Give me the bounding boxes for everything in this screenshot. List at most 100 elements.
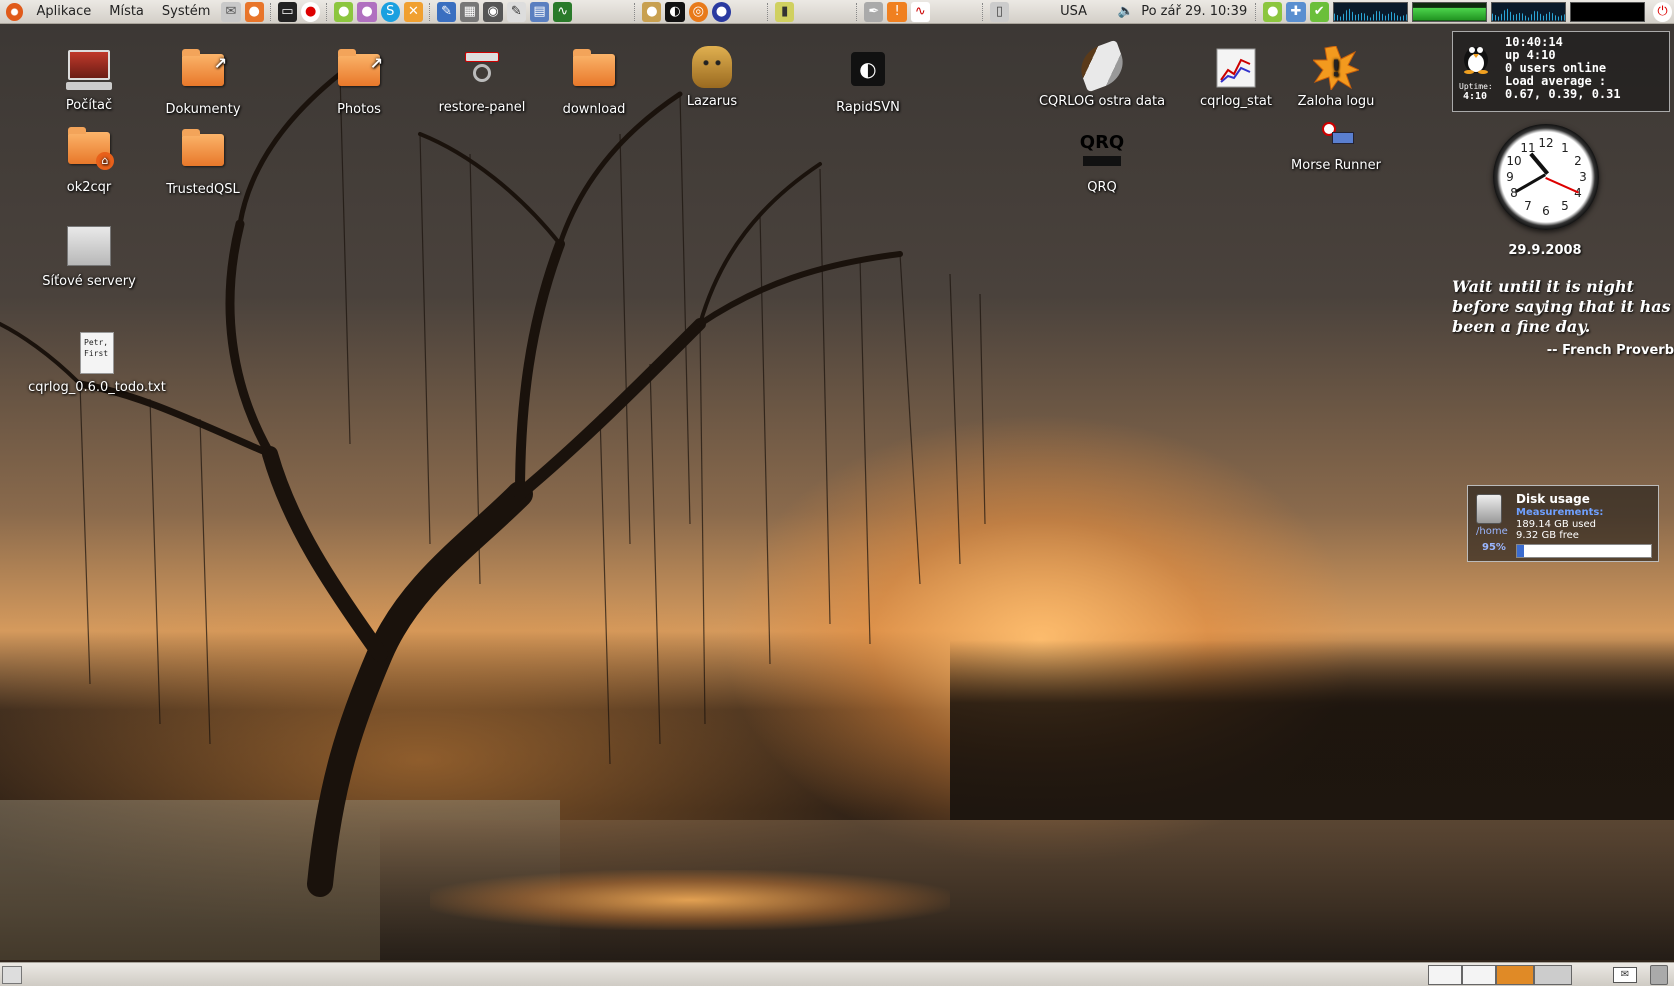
top-panel: Aplikace Místa Systém ✉ ● ▭ ● ● ● S ✕ ✎ … (0, 0, 1674, 24)
desktop-icon-trustedqsl[interactable]: TrustedQSL (138, 128, 268, 197)
gajim-launcher-icon[interactable]: ● (334, 1, 354, 22)
text-file-preview-line: Petr, (84, 338, 109, 347)
cpu-graph (1332, 1, 1408, 22)
panel-separator (856, 2, 858, 21)
tray-network-icon[interactable]: ✚ (1286, 1, 1306, 22)
desktop-icon-network-servers[interactable]: Síťové servery (24, 226, 154, 289)
desktop-icon-label: TrustedQSL (166, 182, 240, 197)
volume-icon[interactable]: 🔈 (1116, 2, 1135, 22)
ekiga-launcher-icon[interactable]: ✕ (403, 1, 424, 22)
panel-separator (1255, 2, 1257, 21)
qrq-icon: QRQ (1078, 132, 1126, 176)
tray-update-icon[interactable]: ✔ (1309, 1, 1329, 22)
clock-number: 7 (1524, 199, 1532, 213)
menu-applications[interactable]: Aplikace (27, 0, 100, 24)
firefox-launcher-icon[interactable]: ● (244, 1, 264, 22)
mail-notification-icon[interactable]: ✉ (1613, 967, 1637, 983)
mail-launcher-icon[interactable]: ✉ (221, 1, 241, 22)
panel-separator (269, 2, 272, 21)
pidgin-launcher-icon[interactable]: ● (357, 1, 377, 22)
zaloha-launcher-icon[interactable]: ! (887, 1, 907, 22)
desktop-icon-lazarus[interactable]: Lazarus (647, 46, 777, 109)
clock-number: 2 (1574, 154, 1582, 168)
show-desktop-button[interactable] (2, 966, 22, 984)
quote-author: -- French Proverb (1546, 343, 1674, 358)
exclamation-burst-icon: ! (1311, 45, 1361, 92)
disk-used: 189.14 GB used (1516, 519, 1597, 530)
disk-free: 9.32 GB free (1516, 530, 1579, 541)
chart-icon (1212, 46, 1260, 90)
panel-clock[interactable]: Po zář 29. 10:39 (1137, 0, 1251, 24)
terminal-launcher-icon[interactable]: ▭ (277, 1, 297, 22)
panel-separator (981, 2, 984, 21)
blender-launcher-icon[interactable]: ◎ (688, 1, 708, 22)
tray-app-icon[interactable]: ● (1263, 1, 1283, 22)
globe-launcher-icon[interactable]: ● (711, 1, 732, 22)
desktop-icon-label: Počítač (65, 98, 113, 113)
opera-launcher-icon[interactable]: ● (301, 1, 321, 22)
network-graph (1490, 1, 1566, 22)
keyboard-layout[interactable]: USA (1051, 0, 1096, 24)
workspace-2[interactable] (1462, 965, 1496, 985)
clock-number: 9 (1506, 170, 1514, 184)
battery-launcher-icon[interactable]: ▮ (775, 1, 795, 22)
calculator-launcher-icon[interactable]: ▦ (460, 1, 480, 22)
lazarus-launcher-icon[interactable]: ● (642, 1, 662, 22)
cqrlog-stat-launcher-icon[interactable]: ∿ (910, 1, 930, 22)
hardware-tray-icon[interactable]: ▯ (989, 1, 1010, 22)
desktop-icon-zaloha-logu[interactable]: ! Zaloha logu (1271, 45, 1401, 109)
editor-launcher-icon[interactable]: ✎ (437, 1, 457, 22)
desktop-icon-rapidsvn[interactable]: ◐ RapidSVN (803, 46, 933, 115)
analog-clock: 12 1 2 3 4 5 6 7 8 9 10 11 (1493, 124, 1599, 230)
desktop-icon-label: CQRLOG ostra data (1038, 94, 1166, 109)
camera-launcher-icon[interactable]: ◉ (483, 1, 503, 22)
clock-date: 29.9.2008 (1508, 243, 1582, 258)
lazarus-cheetah-icon (688, 46, 736, 90)
workspace-4[interactable] (1534, 965, 1572, 985)
panel-separator (767, 2, 769, 21)
desktop-icon-photos[interactable]: ↗ Photos (294, 46, 424, 117)
notes-launcher-icon[interactable]: ✎ (506, 1, 526, 22)
trash-icon[interactable] (1650, 965, 1668, 985)
panel-separator (429, 2, 431, 21)
menu-system[interactable]: Systém (153, 0, 219, 24)
desktop-icon-dokumenty[interactable]: ↗ Dokumenty (138, 46, 268, 117)
disk-measurements-label: Measurements: (1516, 507, 1604, 518)
home-folder-icon: ⌂ (65, 127, 114, 176)
text-file-preview-line: First (84, 349, 109, 358)
rapidsvn-launcher-icon[interactable]: ◐ (665, 1, 685, 22)
text-file-icon: Petr, First (73, 332, 121, 376)
workspace-1[interactable] (1428, 965, 1462, 985)
desktop-icon-qrq[interactable]: QRQ QRQ (1037, 132, 1167, 195)
clock-minute-hand (1515, 173, 1546, 193)
panel-separator (326, 2, 328, 21)
menu-places[interactable]: Místa (100, 0, 153, 24)
disk-usage-bar-fill (1517, 545, 1524, 557)
disk-percent: 95% (1482, 542, 1506, 553)
clock-number: 1 (1561, 141, 1569, 155)
quote-text: Wait until it is night before saying tha… (1452, 277, 1671, 336)
ubuntu-logo-icon[interactable] (6, 2, 24, 21)
desktop-icon-download[interactable]: download (529, 46, 659, 117)
computer-icon (65, 50, 113, 94)
folder-icon (570, 49, 618, 98)
load-graph (1569, 1, 1645, 22)
desktop-icon-label: QRQ (1087, 180, 1117, 195)
cqrlog-launcher-icon[interactable]: ✒ (864, 1, 884, 22)
disk-usage-bar (1516, 544, 1652, 558)
network-launcher-icon[interactable]: ▤ (529, 1, 550, 22)
sysinfo-widget: Uptime: 4:10 10:40:14 up 4:10 0 users on… (1452, 31, 1670, 112)
desktop-icon-morse-runner[interactable]: Morse Runner (1271, 122, 1401, 173)
workspace-3[interactable] (1496, 965, 1534, 985)
desktop-icon-restore-panel[interactable]: restore-panel (417, 46, 547, 115)
shutdown-icon[interactable]: ⏻ (1652, 1, 1673, 22)
skype-launcher-icon[interactable]: S (380, 1, 400, 22)
desktop-icon-cqrlog-ostra-data[interactable]: CQRLOG ostra data (1037, 39, 1167, 109)
desktop-icon-todo-txt[interactable]: Petr, First cqrlog_0.6.0_todo.txt (12, 332, 182, 395)
system-monitor-launcher-icon[interactable]: ∿ (553, 1, 573, 22)
disk-usage-widget: /home 95% Disk usage Measurements: 189.1… (1467, 485, 1659, 562)
desktop-icon-ok2cqr[interactable]: ⌂ ok2cqr (24, 127, 154, 195)
desktop-icon-label: Morse Runner (1291, 158, 1381, 173)
wallpaper-treeline (950, 640, 1674, 820)
desktop-icon-computer[interactable]: Počítač (24, 46, 154, 113)
